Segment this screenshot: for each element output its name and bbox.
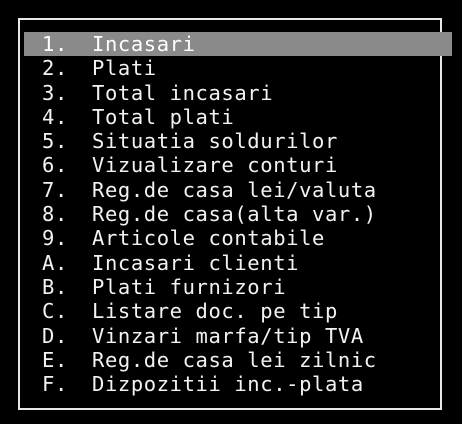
menu-item-dispozitii-inc-plata[interactable]: F. Dizpozitii inc.-plata bbox=[24, 372, 452, 396]
menu-item-key: B. bbox=[42, 274, 68, 299]
menu-item-key: 4. bbox=[42, 104, 68, 129]
menu-item-vinzari-marfa-tip-tva[interactable]: D. Vinzari marfa/tip TVA bbox=[24, 324, 452, 348]
main-menu: 1. Incasari 2. Plati 3. Total incasari 4. To… bbox=[24, 32, 452, 396]
menu-item-reg-casa-lei-zilnic[interactable]: E. Reg.de casa lei zilnic bbox=[24, 348, 452, 372]
menu-item-label: Listare doc. pe tip bbox=[92, 299, 338, 324]
menu-item-key: 1. bbox=[42, 32, 68, 56]
menu-item-incasari-clienti[interactable]: A. Incasari clienti bbox=[24, 251, 452, 275]
menu-item-key: 9. bbox=[42, 226, 68, 251]
menu-item-key: 2. bbox=[42, 56, 68, 81]
menu-item-label: Plati bbox=[92, 56, 157, 81]
menu-item-label: Reg.de casa(alta var.) bbox=[92, 202, 377, 227]
menu-item-label: Reg.de casa lei/valuta bbox=[92, 177, 377, 202]
menu-item-key: 3. bbox=[42, 80, 68, 105]
menu-item-situatia-soldurilor[interactable]: 5. Situatia soldurilor bbox=[24, 129, 452, 153]
menu-item-listare-doc-pe-tip[interactable]: C. Listare doc. pe tip bbox=[24, 299, 452, 323]
menu-item-key: F. bbox=[42, 372, 68, 397]
menu-item-key: A. bbox=[42, 250, 68, 275]
menu-item-incasari[interactable]: 1. Incasari bbox=[24, 32, 452, 57]
menu-item-key: C. bbox=[42, 299, 68, 324]
menu-item-plati-furnizori[interactable]: B. Plati furnizori bbox=[24, 275, 452, 299]
menu-item-key: 5. bbox=[42, 129, 68, 154]
menu-item-key: E. bbox=[42, 347, 68, 372]
menu-item-total-plati[interactable]: 4. Total plati bbox=[24, 105, 452, 129]
menu-item-label: Situatia soldurilor bbox=[92, 129, 338, 154]
menu-item-label: Reg.de casa lei zilnic bbox=[92, 347, 377, 372]
menu-item-label: Incasari bbox=[92, 32, 196, 56]
menu-item-key: D. bbox=[42, 323, 68, 348]
menu-item-total-incasari[interactable]: 3. Total incasari bbox=[24, 81, 452, 105]
menu-item-plati[interactable]: 2. Plati bbox=[24, 56, 452, 80]
menu-item-label: Incasari clienti bbox=[92, 250, 300, 275]
menu-item-label: Vinzari marfa/tip TVA bbox=[92, 323, 364, 348]
menu-item-label: Dizpozitii inc.-plata bbox=[92, 372, 364, 397]
menu-item-reg-casa-lei-valuta[interactable]: 7. Reg.de casa lei/valuta bbox=[24, 178, 452, 202]
menu-item-articole-contabile[interactable]: 9. Articole contabile bbox=[24, 226, 452, 250]
menu-item-label: Total plati bbox=[92, 104, 235, 129]
menu-item-key: 7. bbox=[42, 177, 68, 202]
menu-item-label: Articole contabile bbox=[92, 226, 325, 251]
menu-item-key: 8. bbox=[42, 202, 68, 227]
menu-item-label: Total incasari bbox=[92, 80, 274, 105]
menu-item-vizualizare-conturi[interactable]: 6. Vizualizare conturi bbox=[24, 153, 452, 177]
menu-item-key: 6. bbox=[42, 153, 68, 178]
menu-item-label: Plati furnizori bbox=[92, 274, 287, 299]
menu-item-reg-casa-alta-var[interactable]: 8. Reg.de casa(alta var.) bbox=[24, 202, 452, 226]
menu-item-label: Vizualizare conturi bbox=[92, 153, 338, 178]
terminal-screen: 1. Incasari 2. Plati 3. Total incasari 4. To… bbox=[0, 0, 462, 424]
